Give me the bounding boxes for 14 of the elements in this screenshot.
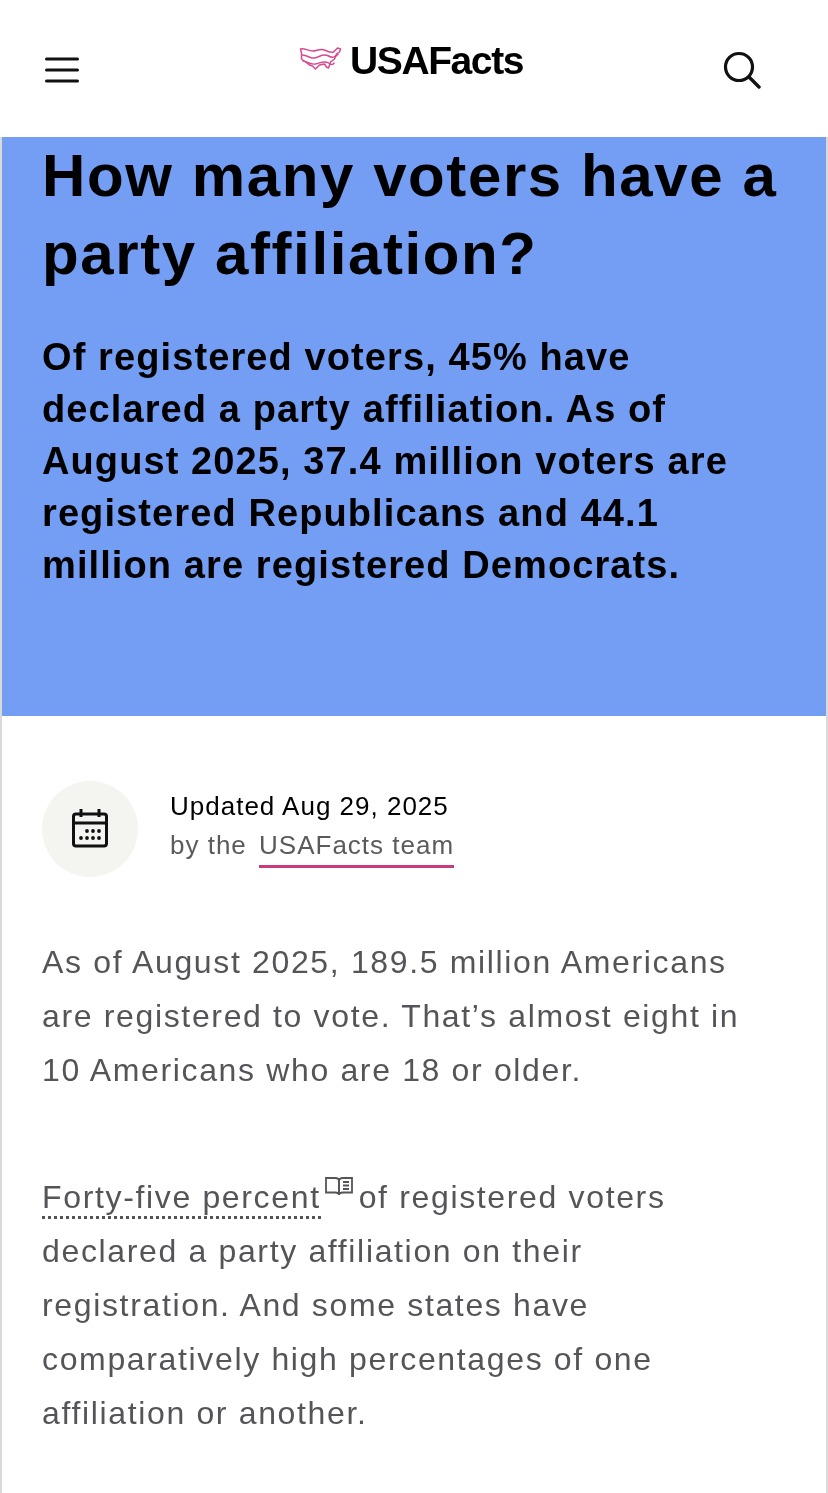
body-paragraph: As of August 2025, 189.5 million Americans are registered to vote. That’s almost eight in 10 Americans who are 18 or older. — [41, 943, 741, 1090]
updated-date: Updated Aug 29, 2025 — [170, 790, 450, 822]
book-icon — [324, 1176, 353, 1197]
glossary-term-link[interactable]: Forty-five percent — [42, 1178, 321, 1219]
byline: by the USAFacts team — [170, 829, 455, 868]
article-title: How many voters have a party affiliation? — [42, 141, 779, 289]
search-icon — [723, 50, 761, 89]
author-link[interactable]: USAFacts team — [259, 829, 455, 868]
body-paragraph: Forty-five percent of registered voters declared a party affiliation on their registration. And some states have comparatively high percentages of one affiliation or another. — [2, 1170, 826, 1440]
article-summary: Of registered voters, 45% have declared a party affiliation. As of August 2025, 37.4 million voters are registered Republicans and 44.1 million are registered Democrats. — [42, 335, 729, 588]
logo-text: USAFacts — [350, 39, 524, 83]
search-button[interactable] — [722, 49, 762, 90]
menu-icon — [45, 56, 79, 83]
calendar-icon — [42, 781, 138, 877]
